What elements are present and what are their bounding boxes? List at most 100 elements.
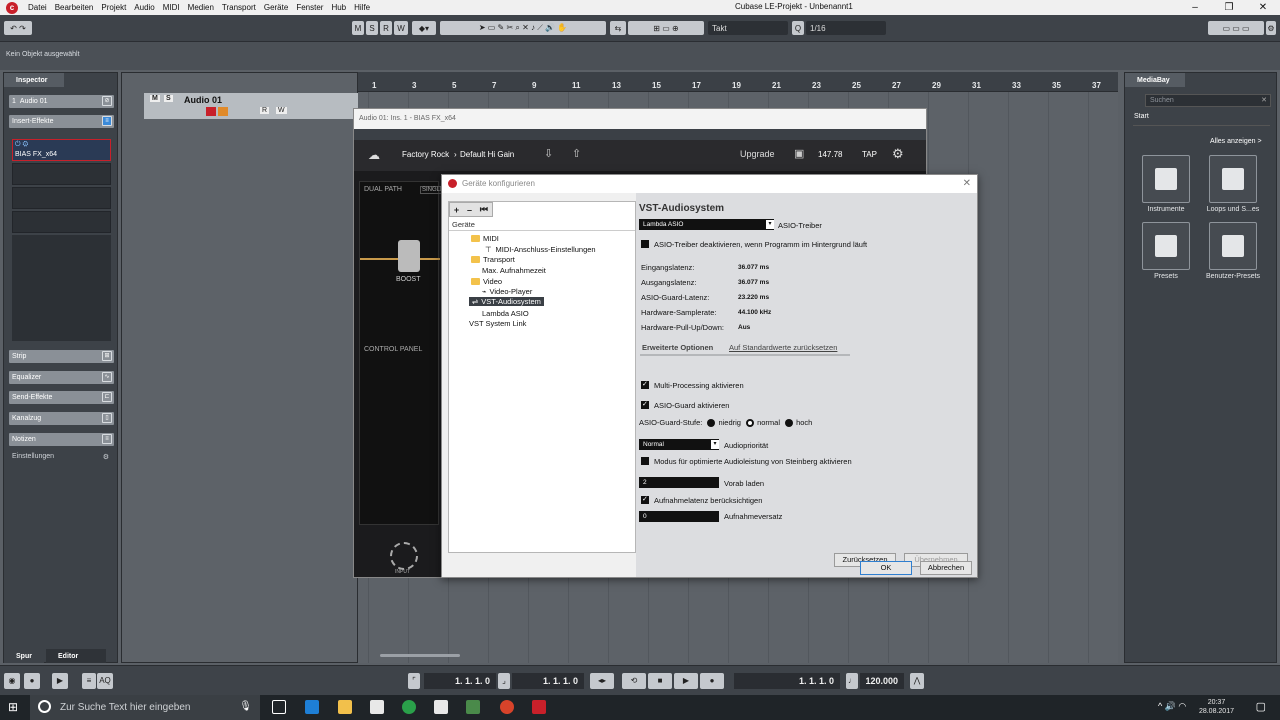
menu-datei[interactable]: Datei <box>24 3 51 12</box>
multi-processing-checkbox[interactable] <box>641 380 649 389</box>
power-icon[interactable]: ⏻ ⚙ <box>15 141 28 149</box>
preload-spinner[interactable]: 2 <box>639 477 719 488</box>
cloud-icon[interactable]: ☁ <box>368 148 380 162</box>
tab-spur[interactable]: Spur <box>4 649 44 663</box>
tree-item-max-rec-time[interactable]: Max. Aufnahmezeit <box>482 266 546 275</box>
inspector-tab[interactable]: Inspector <box>4 73 64 87</box>
reset-icon[interactable]: ⏮ <box>480 204 488 215</box>
cubase-taskbar-icon[interactable] <box>532 700 546 714</box>
read-toggle[interactable]: R <box>380 21 392 35</box>
insert-settings-icon[interactable]: ≡ <box>102 116 112 126</box>
mediabay-start[interactable]: Start <box>1134 113 1149 120</box>
punch-icon[interactable]: ● <box>24 673 40 689</box>
edge-icon[interactable] <box>305 700 319 714</box>
record-mode-icon[interactable]: ◉ <box>4 673 20 689</box>
stop-button[interactable]: ■ <box>648 673 672 689</box>
menu-hilfe[interactable]: Hilfe <box>350 3 374 12</box>
inspector-track-header[interactable]: 1 Audio 01 ⊘ <box>9 95 114 108</box>
preset-name[interactable]: Default Hi Gain <box>460 150 514 159</box>
grid-type-select[interactable]: Takt <box>708 21 788 35</box>
edit-icon[interactable]: ⊘ <box>102 96 112 106</box>
tab-advanced-options[interactable]: Erweiterte Optionen <box>642 343 713 352</box>
menu-audio[interactable]: Audio <box>130 3 158 12</box>
mediabay-tab[interactable]: MediaBay <box>1125 73 1185 87</box>
settings-gear-icon[interactable]: ⚙ <box>1266 21 1276 35</box>
menu-geraete[interactable]: Geräte <box>260 3 292 12</box>
track-name[interactable]: Audio 01 <box>184 95 222 105</box>
nudge-icon[interactable]: ◂▸ <box>590 673 614 689</box>
insert-slot-1[interactable]: ⏻ ⚙ BIAS FX_x64 <box>12 139 111 161</box>
layout-icon[interactable]: ▭ ▭ ▭ <box>1208 21 1264 35</box>
preset-bank[interactable]: Factory Rock <box>402 150 449 159</box>
microphone-icon[interactable]: 🎙 <box>239 701 252 712</box>
track-mute-button[interactable]: M <box>150 95 160 102</box>
write-toggle[interactable]: W <box>394 21 408 35</box>
optimized-mode-checkbox[interactable] <box>641 457 649 465</box>
tree-item-vst-system-link[interactable]: VST System Link <box>469 319 526 328</box>
notification-icon[interactable]: ▢ <box>1256 700 1266 713</box>
menu-bearbeiten[interactable]: Bearbeiten <box>51 3 98 12</box>
menu-transport[interactable]: Transport <box>218 3 260 12</box>
level-high-radio[interactable] <box>785 419 794 428</box>
remove-icon[interactable]: – <box>467 205 472 215</box>
level-normal-radio[interactable] <box>746 419 755 428</box>
left-locator-icon[interactable]: ⌜ <box>408 673 420 689</box>
precount-icon[interactable]: ≡ <box>82 673 96 689</box>
section-equalizer[interactable]: Equalizer ∿ <box>9 371 114 384</box>
settings-row[interactable]: Einstellungen ⚙ <box>12 453 111 463</box>
solo-toggle[interactable]: S <box>366 21 378 35</box>
tree-item-video-player[interactable]: ⌁ Video-Player <box>482 287 532 296</box>
windows-start-icon[interactable]: ⊞ <box>8 700 18 714</box>
tap-button[interactable]: TAP <box>862 150 877 159</box>
auto-quantize-button[interactable]: AQ <box>97 673 113 689</box>
level-low-radio[interactable] <box>707 419 716 428</box>
click-icon[interactable]: ⋀ <box>910 673 924 689</box>
play-button[interactable]: ▶ <box>674 673 698 689</box>
store-icon[interactable] <box>370 700 384 714</box>
position-display[interactable]: 1. 1. 1. 0 <box>734 673 840 689</box>
rec-offset-spinner[interactable]: 0 <box>639 511 719 522</box>
loops-tile[interactable] <box>1209 155 1257 203</box>
boost-pedal[interactable] <box>398 240 420 272</box>
tree-item-midi[interactable]: MIDI <box>471 234 499 243</box>
ruler[interactable]: 1 3 5 7 9 11 13 15 17 19 21 23 25 27 29 … <box>358 72 1118 92</box>
reset-defaults-link[interactable]: Auf Standardwerte zurücksetzen <box>729 343 837 352</box>
grid-icon[interactable]: ⊞ ▭ ⊕ <box>628 21 704 35</box>
presets-tile[interactable] <box>1142 222 1190 270</box>
user-presets-tile[interactable] <box>1209 222 1257 270</box>
section-notes[interactable]: Notizen ≡ <box>9 433 114 446</box>
play-mode-icon[interactable]: ▶ <box>52 673 68 689</box>
asio-guard-checkbox[interactable] <box>641 400 649 409</box>
settings-gear-icon[interactable]: ⚙ <box>103 453 109 461</box>
left-locator-display[interactable]: 1. 1. 1. 0 <box>424 673 496 689</box>
tree-item-vst-audio-system[interactable]: ⇌ VST-Audiosystem <box>469 297 544 306</box>
restore-icon[interactable]: ❐ <box>1212 0 1246 15</box>
track-row[interactable]: M S Audio 01 R W <box>144 93 358 119</box>
menu-midi[interactable]: MIDI <box>159 3 184 12</box>
tree-item-video[interactable]: Video <box>471 277 502 286</box>
audio-priority-select[interactable]: Normal ▾ <box>639 439 719 450</box>
app-icon[interactable] <box>466 700 480 714</box>
undo-redo-icon[interactable]: ↶ ↷ <box>4 21 32 35</box>
taskbar-search-input[interactable]: Zur Suche Text hier eingeben 🎙 <box>30 695 260 720</box>
quantize-select[interactable]: 1/16 <box>806 21 886 35</box>
save-icon[interactable]: ⇩ <box>544 147 553 160</box>
tray-icons[interactable]: ^ 🔊 ◠ <box>1158 701 1186 712</box>
tree-item-midi-port-setup[interactable]: ⊤ MIDI-Anschluss-Einstellungen <box>485 245 596 254</box>
tree-item-transport[interactable]: Transport <box>471 255 515 264</box>
track-solo-button[interactable]: S <box>164 95 173 102</box>
input-knob[interactable] <box>390 542 418 570</box>
menu-hub[interactable]: Hub <box>327 3 350 12</box>
close-icon[interactable]: ✕ <box>963 175 971 193</box>
settings-gear-icon[interactable]: ⚙ <box>892 146 904 162</box>
upgrade-button[interactable]: Upgrade <box>740 149 775 159</box>
clear-icon[interactable]: ✕ <box>1261 95 1267 106</box>
track-write-button[interactable]: W <box>276 107 287 114</box>
menu-projekt[interactable]: Projekt <box>97 3 130 12</box>
insert-slot-3[interactable] <box>12 187 111 209</box>
rec-latency-checkbox[interactable] <box>641 495 649 504</box>
right-locator-display[interactable]: 1. 1. 1. 0 <box>512 673 584 689</box>
cancel-button[interactable]: Abbrechen <box>920 561 972 575</box>
task-view-icon[interactable] <box>272 700 286 714</box>
monitor-icon[interactable] <box>218 107 228 116</box>
